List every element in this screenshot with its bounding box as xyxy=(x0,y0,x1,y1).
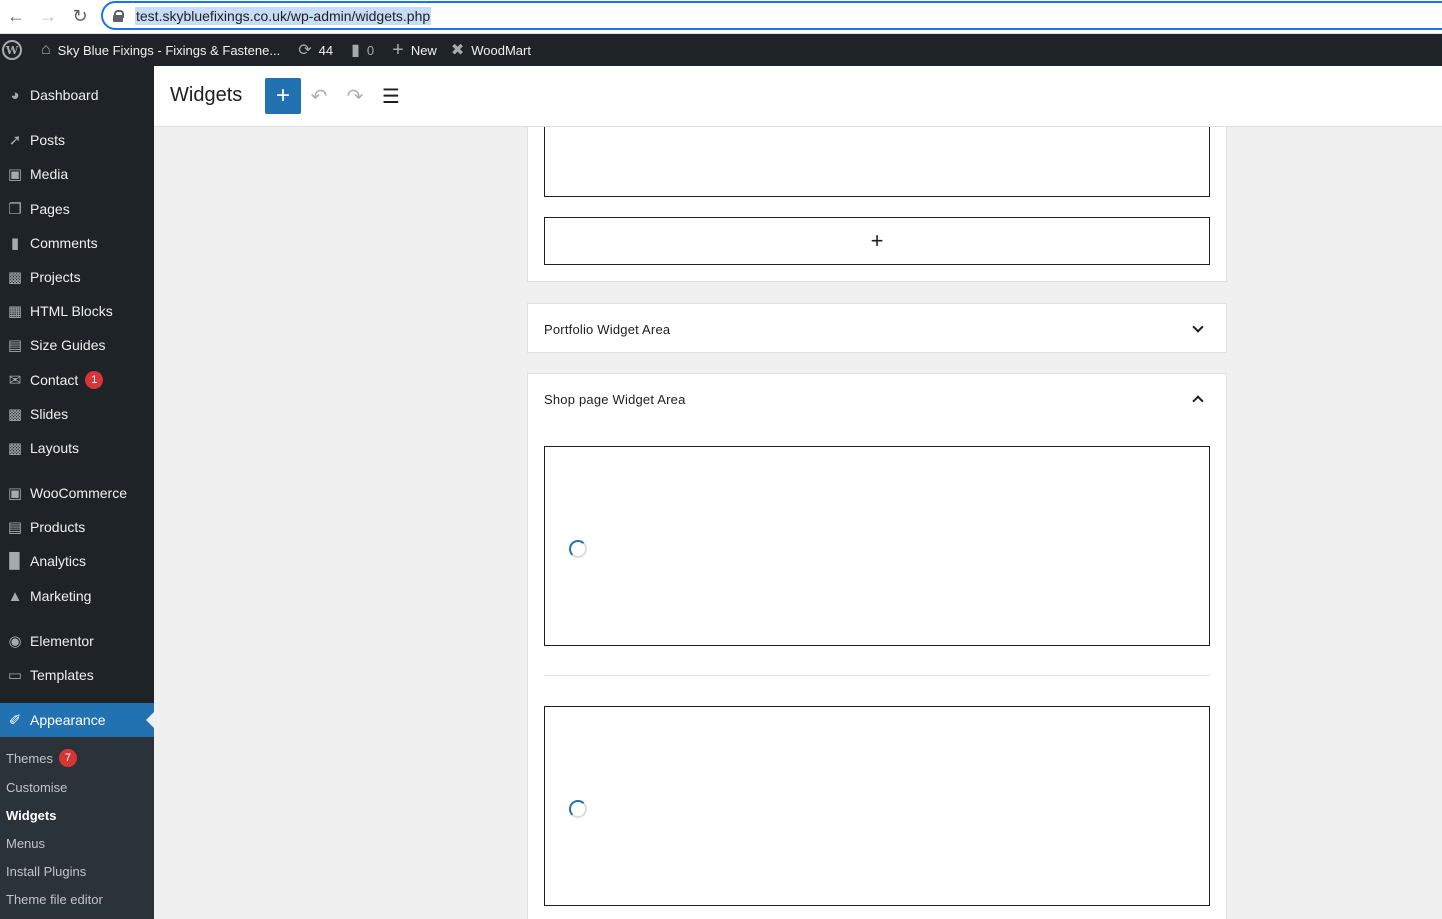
widgets-canvas: + Portfolio Widget Area Shop page Widget… xyxy=(154,127,1442,919)
address-bar[interactable]: test.skybluefixings.co.uk/wp-admin/widge… xyxy=(101,1,1442,30)
chevron-up-icon[interactable] xyxy=(1192,395,1204,407)
new-label: New xyxy=(410,42,437,58)
sidebar-item-templates[interactable]: ▭ Templates xyxy=(0,658,154,692)
submenu-item-widgets[interactable]: Widgets xyxy=(6,805,56,825)
brush-icon: ✐ xyxy=(8,712,22,729)
sidebar-item-woocommerce[interactable]: ▣ WooCommerce xyxy=(0,476,154,510)
updates-icon: ⟳ xyxy=(298,42,312,59)
comments-menu[interactable]: ▮ 0 xyxy=(344,34,381,66)
comment-icon: ▮ xyxy=(351,42,360,59)
submenu-item-install-plugins[interactable]: Install Plugins xyxy=(6,861,86,881)
site-name: Sky Blue Fixings - Fixings & Fastene... xyxy=(57,42,281,58)
list-view-icon: ☰ xyxy=(382,85,400,108)
widgets-editor-header: Widgets + ↶ ↷ ☰ xyxy=(154,66,1442,127)
undo-button[interactable]: ↶ xyxy=(305,82,333,110)
chevron-down-icon[interactable] xyxy=(1192,321,1204,333)
block-separator xyxy=(544,675,1210,676)
widget-block-loading[interactable] xyxy=(544,446,1210,646)
lock-icon xyxy=(113,9,124,22)
reload-icon[interactable]: ↻ xyxy=(64,2,96,32)
sidebar-item-size-guides[interactable]: ▤ Size Guides xyxy=(0,328,154,362)
submenu-item-menus[interactable]: Menus xyxy=(6,833,45,853)
admin-sidebar: ◕ Dashboard ➚ Posts ▣ Media ❐ Pages ▮ Co… xyxy=(0,66,154,919)
plus-icon: + xyxy=(392,38,404,61)
pin-icon: ➚ xyxy=(8,132,22,149)
media-icon: ▣ xyxy=(7,166,23,183)
table-icon: ▤ xyxy=(7,337,23,354)
forward-icon[interactable]: → xyxy=(32,2,64,32)
new-content-menu[interactable]: + New xyxy=(385,34,444,66)
portfolio-icon: ▩ xyxy=(7,269,23,286)
sidebar-item-slides[interactable]: ▩ Slides xyxy=(0,397,154,431)
sidebar-item-contact[interactable]: ✉ Contact 1 xyxy=(0,363,154,397)
site-name-menu[interactable]: ⌂ Sky Blue Fixings - Fixings & Fastene..… xyxy=(34,34,287,66)
archive-icon: ▤ xyxy=(7,519,23,536)
folder-icon: ▭ xyxy=(7,667,23,684)
wordpress-logo-icon: W xyxy=(2,40,22,60)
sidebar-item-html-blocks[interactable]: ▦ HTML Blocks xyxy=(0,294,154,328)
woodmart-label: WoodMart xyxy=(471,42,531,58)
browser-toolbar: ← → ↻ test.skybluefixings.co.uk/wp-admin… xyxy=(0,0,1442,34)
page-title: Widgets xyxy=(170,84,243,106)
updates-count: 44 xyxy=(318,42,334,58)
submenu-item-theme-file-editor[interactable]: Theme file editor xyxy=(6,889,103,909)
sidebar-item-media[interactable]: ▣ Media xyxy=(0,157,154,191)
widget-area-shop-page: Shop page Widget Area xyxy=(527,373,1227,919)
grid-icon: ▦ xyxy=(7,303,23,320)
loading-spinner-icon xyxy=(569,800,587,818)
wp-admin-bar: W ⌂ Sky Blue Fixings - Fixings & Fastene… xyxy=(0,34,1442,66)
layouts-icon: ▩ xyxy=(7,440,23,457)
woodmart-menu[interactable]: ✖ WoodMart xyxy=(444,34,538,66)
redo-icon: ↷ xyxy=(346,85,364,108)
appearance-submenu: Themes 7 Customise Widgets Menus Install… xyxy=(0,737,154,919)
plus-icon: + xyxy=(275,82,290,109)
sidebar-item-posts[interactable]: ➚ Posts xyxy=(0,123,154,157)
submenu-item-customise[interactable]: Customise xyxy=(6,777,67,797)
contact-badge: 1 xyxy=(85,371,104,389)
woo-icon: ▣ xyxy=(7,485,23,502)
widget-area-title: Shop page Widget Area xyxy=(544,392,686,407)
mail-icon: ✉ xyxy=(8,372,22,389)
sidebar-item-layouts[interactable]: ▩ Layouts xyxy=(0,431,154,465)
woodmart-icon: ✖ xyxy=(450,42,465,59)
widget-area-portfolio[interactable]: Portfolio Widget Area xyxy=(527,303,1227,353)
comments-count: 0 xyxy=(366,42,375,58)
wp-logo-menu[interactable]: W xyxy=(0,34,34,66)
undo-icon: ↶ xyxy=(310,85,328,108)
elementor-icon: ◉ xyxy=(8,633,22,650)
widget-block-loading[interactable] xyxy=(544,706,1210,906)
home-icon: ⌂ xyxy=(41,41,51,58)
sidebar-item-products[interactable]: ▤ Products xyxy=(0,510,154,544)
sidebar-item-marketing[interactable]: ▲ Marketing xyxy=(0,579,154,613)
dashboard-icon: ◕ xyxy=(10,86,20,104)
submenu-item-themes[interactable]: Themes 7 xyxy=(6,748,77,768)
back-icon[interactable]: ← xyxy=(0,2,32,32)
list-view-button[interactable]: ☰ xyxy=(377,82,405,110)
themes-badge: 7 xyxy=(58,749,77,767)
sidebar-item-projects[interactable]: ▩ Projects xyxy=(0,260,154,294)
sidebar-item-analytics[interactable]: ▉ Analytics xyxy=(0,544,154,578)
active-menu-arrow xyxy=(146,712,154,728)
comment-icon: ▮ xyxy=(10,235,20,252)
megaphone-icon: ▲ xyxy=(7,587,23,605)
loading-spinner-icon xyxy=(569,540,587,558)
sidebar-item-appearance[interactable]: ✐ Appearance xyxy=(0,703,154,737)
bar-chart-icon: ▉ xyxy=(9,553,21,570)
widget-area-title: Portfolio Widget Area xyxy=(544,322,671,337)
url-text[interactable]: test.skybluefixings.co.uk/wp-admin/widge… xyxy=(135,6,432,25)
block-inserter-button[interactable]: + xyxy=(265,78,301,114)
sidebar-item-pages[interactable]: ❐ Pages xyxy=(0,192,154,226)
slides-icon: ▩ xyxy=(7,406,23,423)
add-block-button[interactable]: + xyxy=(544,217,1210,265)
redo-button[interactable]: ↷ xyxy=(341,82,369,110)
sidebar-item-dashboard[interactable]: ◕ Dashboard xyxy=(0,78,154,112)
widget-area-top: + xyxy=(527,127,1227,282)
pages-icon: ❐ xyxy=(8,201,22,218)
widget-block[interactable] xyxy=(544,127,1210,197)
sidebar-item-comments[interactable]: ▮ Comments xyxy=(0,226,154,260)
updates-menu[interactable]: ⟳ 44 xyxy=(291,34,340,66)
plus-icon: + xyxy=(870,228,884,253)
sidebar-item-elementor[interactable]: ◉ Elementor xyxy=(0,624,154,658)
